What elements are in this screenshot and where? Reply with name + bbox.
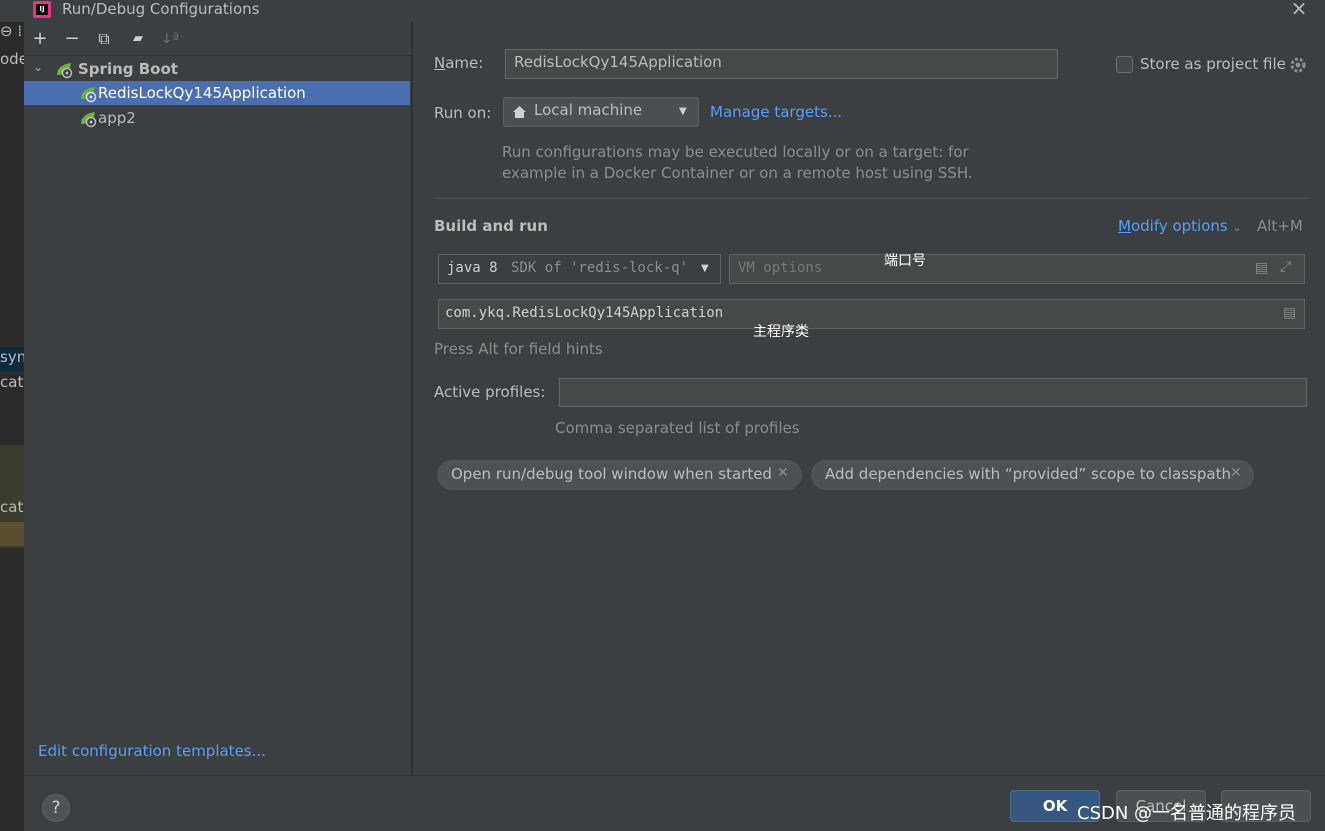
run-on-hint-line2: example in a Docker Container or on a re… [502, 164, 973, 182]
tree-item-redislockqy145application[interactable]: RedisLockQy145Application [24, 81, 410, 105]
jdk-java-version: java 8 [447, 260, 498, 276]
spring-boot-icon [57, 63, 73, 79]
intellij-icon: IJ [33, 1, 51, 18]
sort-icon[interactable]: ↓ª [160, 30, 180, 50]
background-ide-text: cati [0, 498, 24, 516]
port-annotation: 端口号 [884, 253, 926, 269]
sidebar-toolbar: + − ⧉ ▰ ↓ª [24, 22, 412, 56]
name-label: Name: [434, 54, 484, 72]
configurations-sidebar: + − ⧉ ▰ ↓ª ⌄ Spring Boot RedisLockQy145A… [24, 22, 412, 775]
background-ide-icons: ⊖ ⁞ [0, 22, 23, 40]
profiles-hint: Comma separated list of profiles [555, 419, 800, 437]
modify-options-link[interactable]: Modify options ⌄ [1118, 217, 1242, 235]
tree-item-app2[interactable]: app2 [24, 106, 410, 130]
modify-options-shortcut: Alt+M [1257, 217, 1303, 235]
edit-configuration-templates-link[interactable]: Edit configuration templates... [38, 742, 266, 760]
chip-label: Add dependencies with “provided” scope t… [825, 465, 1231, 483]
run-on-label: Run on: [434, 104, 492, 122]
folder-icon[interactable]: ▰ [128, 30, 148, 50]
manage-targets-link[interactable]: Manage targets... [710, 103, 842, 121]
store-as-project-file-label: Store as project file [1140, 55, 1286, 73]
background-ide-text: ode [0, 50, 24, 68]
run-on-dropdown[interactable]: Local machine ▼ [503, 97, 699, 127]
close-icon[interactable]: ✕ [777, 465, 789, 481]
tree-item-label: app2 [98, 109, 136, 127]
build-and-run-heading: Build and run [434, 217, 548, 235]
main-class-annotation: 主程序类 [753, 324, 809, 340]
vm-options-placeholder: VM options [738, 260, 823, 276]
tree-group-spring-boot[interactable]: ⌄ Spring Boot [24, 57, 410, 81]
document-icon[interactable]: ▤ [1255, 260, 1268, 276]
spring-boot-icon [81, 112, 97, 128]
spring-boot-icon [81, 87, 97, 103]
chip-label: Open run/debug tool window when started [451, 465, 772, 483]
dropdown-arrow-icon: ▼ [679, 106, 687, 117]
background-ide-strip: ⊖ ⁞ ode syn cati cati [0, 22, 24, 831]
window-title: Run/Debug Configurations [62, 0, 260, 18]
active-profiles-field[interactable] [559, 378, 1307, 407]
main-class-value: com.ykq.RedisLockQy145Application [445, 305, 724, 321]
add-icon[interactable]: + [30, 30, 50, 50]
option-chip-open-tool-window[interactable]: Open run/debug tool window when started … [437, 460, 802, 490]
document-icon[interactable]: ▤ [1283, 305, 1296, 321]
tree-item-label: RedisLockQy145Application [98, 84, 306, 102]
vm-options-field[interactable]: VM options ▤ ⤢ [729, 254, 1305, 284]
background-ide-text: syn [0, 348, 24, 366]
help-button[interactable]: ? [42, 794, 70, 822]
tree-group-label: Spring Boot [78, 60, 178, 78]
active-profiles-label: Active profiles: [434, 383, 546, 401]
name-field-value: RedisLockQy145Application [514, 53, 722, 71]
modify-options-rest: odify options [1130, 217, 1228, 235]
run-on-hint-line1: Run configurations may be executed local… [502, 143, 969, 161]
copy-icon[interactable]: ⧉ [94, 30, 114, 50]
title-bar: IJ Run/Debug Configurations × [0, 0, 1325, 22]
store-as-project-file-checkbox[interactable] [1116, 56, 1133, 73]
chevron-down-icon[interactable]: ⌄ [33, 60, 43, 74]
configuration-form: Name: RedisLockQy145Application Store as… [413, 22, 1325, 775]
field-hints-text: Press Alt for field hints [434, 340, 603, 358]
background-ide-text: cati [0, 373, 24, 391]
section-separator [434, 198, 1310, 199]
main-class-field[interactable]: com.ykq.RedisLockQy145Application ▤ [438, 299, 1305, 329]
run-on-value: Local machine [534, 101, 643, 119]
name-field[interactable]: RedisLockQy145Application [505, 49, 1058, 79]
jdk-detail: SDK of 'redis-lock-q' [511, 260, 689, 276]
dropdown-arrow-icon: ▼ [701, 263, 709, 274]
close-icon[interactable]: ✕ [1230, 465, 1242, 481]
chevron-down-icon: ⌄ [1232, 221, 1242, 234]
name-label-rest: ame: [445, 54, 484, 72]
option-chip-provided-scope[interactable]: Add dependencies with “provided” scope t… [811, 460, 1254, 490]
remove-icon[interactable]: − [62, 30, 82, 50]
jdk-dropdown[interactable]: java 8 SDK of 'redis-lock-q' ▼ [438, 254, 721, 284]
expand-icon[interactable]: ⤢ [1280, 259, 1291, 275]
watermark: CSDN @一名普通的程序员 [1077, 803, 1297, 824]
close-icon[interactable]: × [1290, 0, 1308, 18]
gear-icon[interactable] [1289, 56, 1307, 74]
home-icon [513, 106, 526, 118]
background-ide-highlight [0, 522, 24, 546]
